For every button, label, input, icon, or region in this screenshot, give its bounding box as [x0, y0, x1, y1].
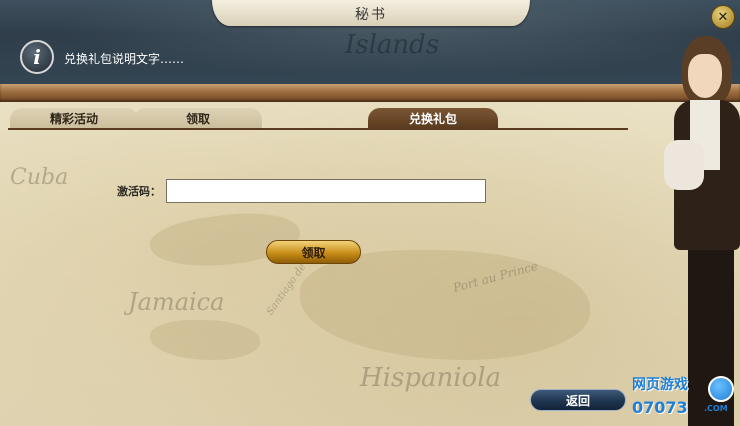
tab-underline: [8, 128, 628, 130]
watermark-cn: 网页游戏: [632, 377, 688, 393]
map-label-islands: Islands: [345, 30, 440, 60]
activation-code-label: 激活码：: [117, 185, 161, 198]
secretary-character: [660, 30, 740, 426]
map-label-jamaica: Jamaica: [128, 288, 225, 316]
tab-featured-activities[interactable]: 精彩活动: [10, 108, 138, 128]
tab-claim[interactable]: 领取: [134, 108, 262, 128]
tab-redeem-gift[interactable]: 兑换礼包: [368, 108, 498, 128]
decorative-band: [0, 84, 740, 102]
map-label-hispaniola: Hispaniola: [360, 363, 502, 393]
claim-button[interactable]: 领取: [266, 240, 361, 264]
activation-code-input[interactable]: [166, 179, 486, 203]
close-button[interactable]: ✕: [711, 5, 735, 29]
close-icon: ✕: [717, 9, 729, 25]
map-island: [300, 250, 590, 360]
map-label-cuba: Cuba: [10, 165, 69, 190]
character-arm: [664, 140, 704, 190]
window-title: 秘书: [355, 7, 387, 23]
back-button[interactable]: 返回: [530, 389, 626, 411]
title-tab: 秘书: [212, 0, 530, 26]
watermark-logo-icon: [708, 376, 734, 402]
map-island: [150, 320, 260, 360]
tab-bar: 精彩活动 领取 兑换礼包: [0, 108, 740, 130]
site-watermark: 网页游戏 07073 .COM: [628, 372, 740, 426]
secretary-window: Islands 秘书 ✕ i 兑换礼包说明文字…… Cuba Jamaica H…: [0, 0, 740, 426]
info-icon: i: [20, 40, 54, 74]
watermark-com: .COM: [704, 404, 728, 413]
header-area: Islands 秘书 ✕ i 兑换礼包说明文字……: [0, 0, 740, 86]
character-face: [688, 54, 722, 98]
info-description: 兑换礼包说明文字……: [64, 52, 185, 66]
watermark-number: 07073: [632, 398, 688, 417]
